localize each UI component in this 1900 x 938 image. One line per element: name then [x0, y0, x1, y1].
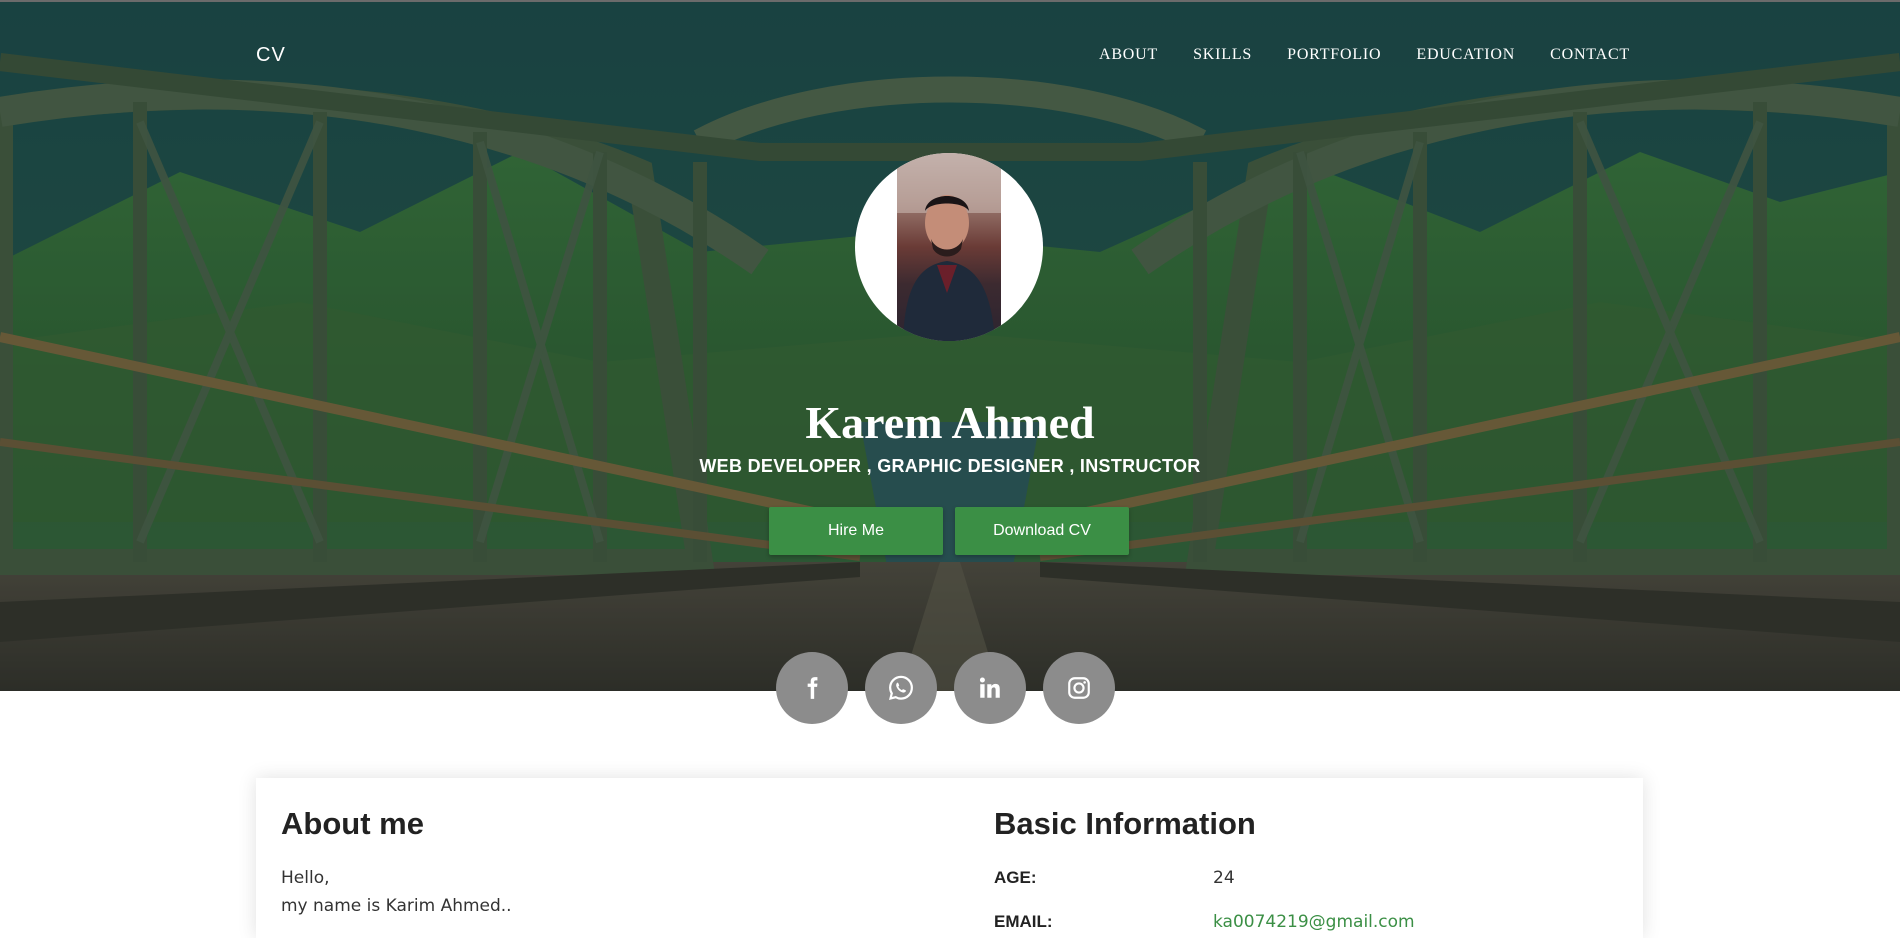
- bridge-background: [0, 2, 1900, 691]
- hero-roles: WEB DEVELOPER , GRAPHIC DESIGNER , INSTR…: [699, 456, 1201, 476]
- nav-about[interactable]: ABOUT: [1099, 46, 1158, 64]
- about-intro: my name is Karim Ahmed..: [281, 896, 512, 916]
- facebook-button[interactable]: [776, 652, 848, 724]
- hero-section: CV ABOUT SKILLS PORTFOLIO EDUCATION CONT…: [0, 2, 1900, 691]
- profile-avatar: [855, 153, 1043, 341]
- nav-contact[interactable]: CONTACT: [1550, 46, 1630, 64]
- email-label: EMAIL:: [994, 912, 1053, 931]
- hire-me-button[interactable]: Hire Me: [769, 507, 943, 555]
- basic-info-title: Basic Information: [994, 806, 1256, 841]
- main-nav: ABOUT SKILLS PORTFOLIO EDUCATION CONTACT: [1099, 46, 1630, 64]
- about-title: About me: [281, 806, 424, 841]
- about-greeting: Hello,: [281, 868, 330, 888]
- about-card: About me Hello, my name is Karim Ahmed..…: [256, 778, 1643, 938]
- brand-logo[interactable]: CV: [256, 44, 286, 67]
- whatsapp-button[interactable]: [865, 652, 937, 724]
- nav-portfolio[interactable]: PORTFOLIO: [1287, 46, 1381, 64]
- email-link[interactable]: ka0074219@gmail.com: [1213, 912, 1415, 932]
- instagram-button[interactable]: [1043, 652, 1115, 724]
- linkedin-button[interactable]: [954, 652, 1026, 724]
- age-label: AGE:: [994, 868, 1037, 887]
- download-cv-button[interactable]: Download CV: [955, 507, 1129, 555]
- whatsapp-icon: [888, 675, 913, 701]
- nav-skills[interactable]: SKILLS: [1193, 46, 1252, 64]
- nav-education[interactable]: EDUCATION: [1416, 46, 1515, 64]
- social-links: [776, 652, 1115, 724]
- age-value: 24: [1213, 868, 1235, 888]
- linkedin-icon: [979, 677, 1000, 698]
- facebook-icon: [807, 677, 818, 699]
- profile-photo: [897, 153, 1001, 341]
- hero-name: Karem Ahmed: [805, 397, 1095, 448]
- instagram-icon: [1068, 677, 1090, 699]
